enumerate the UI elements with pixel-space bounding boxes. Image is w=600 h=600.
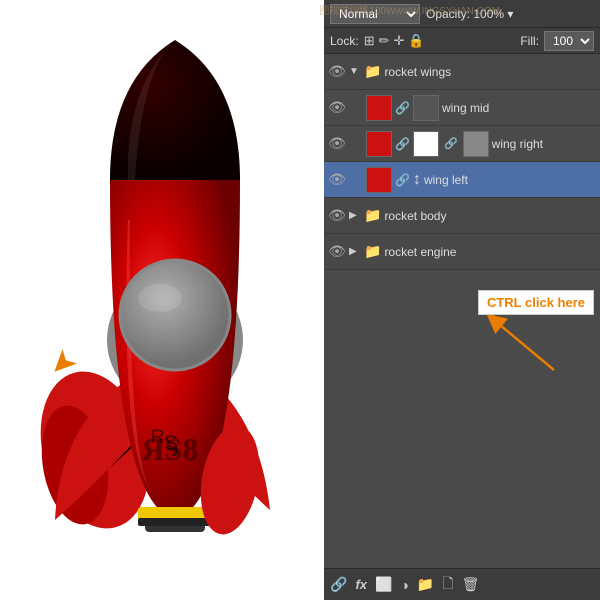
visibility-icon-wing-left[interactable]: 👁 xyxy=(328,171,346,189)
svg-text:ЯS8: ЯS8 xyxy=(142,431,199,467)
blend-mode-select[interactable]: Normal xyxy=(330,4,420,24)
layer-name-wing-right: wing right xyxy=(492,137,596,151)
link2-wing-right: 🔗 xyxy=(444,137,458,150)
rocket-illustration: ᴿᶊ ЯS8 ➤ xyxy=(0,0,330,600)
folder-toolbar-icon[interactable]: 📁 xyxy=(417,576,434,593)
lock-pixels-icon[interactable]: ✏ xyxy=(379,33,390,49)
folder-icon-rocket-wings: 📁 xyxy=(364,63,381,80)
visibility-icon-rocket-engine[interactable]: 👁 xyxy=(328,243,346,261)
expand-icon-rocket-wings[interactable]: ▼ xyxy=(349,66,361,77)
adjust-toolbar-icon[interactable]: ◑ xyxy=(400,577,408,593)
folder-icon-rocket-body: 📁 xyxy=(364,207,381,224)
thumb2-wing-mid xyxy=(413,95,439,121)
thumb-wing-left xyxy=(366,167,392,193)
lock-label: Lock: xyxy=(330,34,359,48)
layer-name-wing-left: wing left xyxy=(424,173,596,187)
lock-position-icon[interactable]: ⊞ xyxy=(364,33,375,49)
expand-icon-rocket-body[interactable]: ▶ xyxy=(349,210,361,221)
thumb-wing-mid xyxy=(366,95,392,121)
layer-name-rocket-body: rocket body xyxy=(384,209,596,223)
layer-name-rocket-wings: rocket wings xyxy=(384,65,596,79)
layer-name-rocket-engine: rocket engine xyxy=(384,245,596,259)
layer-row-rocket-engine[interactable]: 👁 ▶ 📁 rocket engine xyxy=(324,234,600,270)
lock-move-icon[interactable]: ✛ xyxy=(394,33,405,49)
lock-icons: ⊞ ✏ ✛ 🔒 xyxy=(364,33,425,49)
bottom-toolbar: 🔗 fx ⬜ ◑ 📁 🗋 🗑 xyxy=(324,568,600,600)
layer-row-rocket-body[interactable]: 👁 ▶ 📁 rocket body xyxy=(324,198,600,234)
callout-text: CTRL click here xyxy=(478,290,594,315)
layer-row-wing-left[interactable]: 👁 🔗 ↕ wing left xyxy=(324,162,600,198)
callout-box: CTRL click here xyxy=(478,290,594,375)
visibility-icon-rocket-body[interactable]: 👁 xyxy=(328,207,346,225)
expand-icon-rocket-engine[interactable]: ▶ xyxy=(349,246,361,257)
fill-select[interactable]: 100% xyxy=(544,31,594,51)
rocket-svg: ᴿᶊ ЯS8 xyxy=(20,20,310,580)
visibility-icon-rocket-wings[interactable]: 👁 xyxy=(328,63,346,81)
layer-row-wing-mid[interactable]: 👁 🔗 wing mid xyxy=(324,90,600,126)
chain-icon-wing-right: 🔗 xyxy=(395,137,410,151)
layer-row-rocket-wings[interactable]: 👁 ▼ 📁 rocket wings xyxy=(324,54,600,90)
lock-all-icon[interactable]: 🔒 xyxy=(408,33,424,49)
layer-name-wing-mid: wing mid xyxy=(442,101,596,115)
fx-toolbar-icon[interactable]: fx xyxy=(355,577,367,592)
chain-icon-wing-mid: 🔗 xyxy=(395,101,410,115)
cursor-icon-wing-left: ↕ xyxy=(413,171,421,189)
thumb2-wing-right xyxy=(413,131,439,157)
blend-bar: Normal Opacity: 100% ▾ xyxy=(324,0,600,28)
opacity-label: Opacity: 100% ▾ xyxy=(426,7,513,21)
mask-toolbar-icon[interactable]: ⬜ xyxy=(375,576,392,593)
folder-icon-rocket-engine: 📁 xyxy=(364,243,381,260)
link-toolbar-icon[interactable]: 🔗 xyxy=(330,576,347,593)
thumb3-wing-right xyxy=(463,131,489,157)
visibility-icon-wing-mid[interactable]: 👁 xyxy=(328,99,346,117)
visibility-icon-wing-right[interactable]: 👁 xyxy=(328,135,346,153)
chain-icon-wing-left: 🔗 xyxy=(395,173,410,187)
newlayer-toolbar-icon[interactable]: 🗋 xyxy=(442,573,453,597)
layer-row-wing-right[interactable]: 👁 🔗 🔗 wing right xyxy=(324,126,600,162)
lock-bar: Lock: ⊞ ✏ ✛ 🔒 Fill: 100% xyxy=(324,28,600,54)
fill-label: Fill: xyxy=(520,34,539,48)
delete-toolbar-icon[interactable]: 🗑 xyxy=(462,576,480,593)
callout-arrow-svg xyxy=(484,315,564,375)
thumb-wing-right xyxy=(366,131,392,157)
